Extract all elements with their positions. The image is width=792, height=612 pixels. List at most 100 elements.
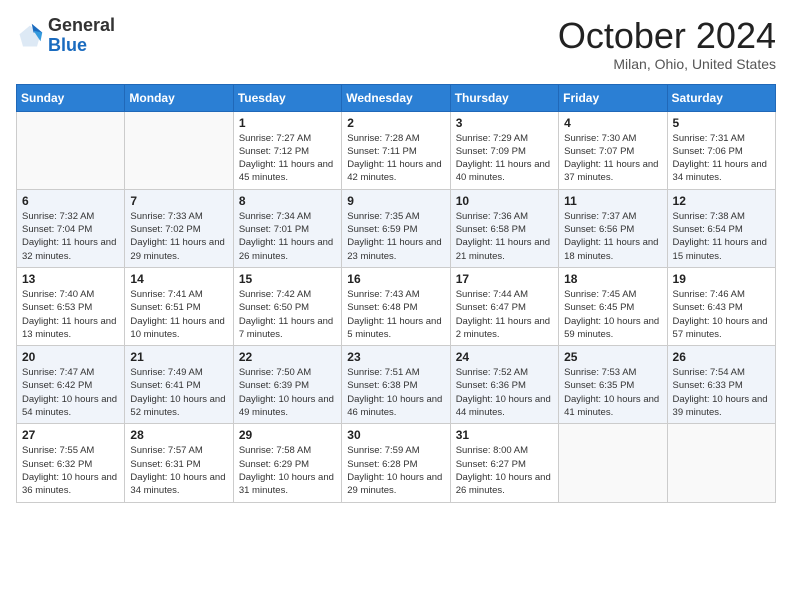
title-block: October 2024 Milan, Ohio, United States bbox=[558, 16, 776, 72]
day-detail: Sunrise: 7:59 AMSunset: 6:28 PMDaylight:… bbox=[347, 444, 444, 497]
day-detail: Sunrise: 7:49 AMSunset: 6:41 PMDaylight:… bbox=[130, 366, 227, 419]
day-number: 19 bbox=[673, 272, 770, 286]
day-detail: Sunrise: 8:00 AMSunset: 6:27 PMDaylight:… bbox=[456, 444, 553, 497]
logo: General Blue bbox=[16, 16, 115, 56]
calendar-cell: 15 Sunrise: 7:42 AMSunset: 6:50 PMDayligh… bbox=[233, 267, 341, 345]
day-number: 12 bbox=[673, 194, 770, 208]
calendar-cell: 18 Sunrise: 7:45 AMSunset: 6:45 PMDayligh… bbox=[559, 267, 667, 345]
day-number: 13 bbox=[22, 272, 119, 286]
calendar-cell: 3Sunrise: 7:29 AMSunset: 7:09 PMDaylight… bbox=[450, 111, 558, 189]
day-detail: Sunrise: 7:43 AMSunset: 6:48 PMDaylight:… bbox=[347, 288, 444, 341]
day-detail: Sunrise: 7:44 AMSunset: 6:47 PMDaylight:… bbox=[456, 288, 553, 341]
day-detail: Sunrise: 7:38 AMSunset: 6:54 PMDaylight:… bbox=[673, 210, 770, 263]
calendar-cell: 28 Sunrise: 7:57 AMSunset: 6:31 PMDayligh… bbox=[125, 424, 233, 502]
page-header: General Blue October 2024 Milan, Ohio, U… bbox=[16, 16, 776, 72]
day-detail: Sunrise: 7:42 AMSunset: 6:50 PMDaylight:… bbox=[239, 288, 336, 341]
day-number: 21 bbox=[130, 350, 227, 364]
day-detail: Sunrise: 7:52 AMSunset: 6:36 PMDaylight:… bbox=[456, 366, 553, 419]
day-detail: Sunrise: 7:32 AMSunset: 7:04 PMDaylight:… bbox=[22, 210, 119, 263]
calendar-cell bbox=[125, 111, 233, 189]
calendar-cell: 1Sunrise: 7:27 AMSunset: 7:12 PMDaylight… bbox=[233, 111, 341, 189]
day-detail: Sunrise: 7:57 AMSunset: 6:31 PMDaylight:… bbox=[130, 444, 227, 497]
calendar-cell: 29 Sunrise: 7:58 AMSunset: 6:29 PMDayligh… bbox=[233, 424, 341, 502]
calendar-cell: 13 Sunrise: 7:40 AMSunset: 6:53 PMDayligh… bbox=[17, 267, 125, 345]
day-detail: Sunrise: 7:40 AMSunset: 6:53 PMDaylight:… bbox=[22, 288, 119, 341]
day-number: 9 bbox=[347, 194, 444, 208]
calendar-cell: 23 Sunrise: 7:51 AMSunset: 6:38 PMDayligh… bbox=[342, 346, 450, 424]
calendar-cell: 4 Sunrise: 7:30 AMSunset: 7:07 PMDaylight… bbox=[559, 111, 667, 189]
day-number: 6 bbox=[22, 194, 119, 208]
calendar-cell: 2 Sunrise: 7:28 AMSunset: 7:11 PMDaylight… bbox=[342, 111, 450, 189]
day-detail: Sunrise: 7:29 AMSunset: 7:09 PMDaylight:… bbox=[456, 132, 553, 185]
day-number: 10 bbox=[456, 194, 553, 208]
day-detail: Sunrise: 7:27 AMSunset: 7:12 PMDaylight:… bbox=[239, 132, 336, 185]
calendar-week-row: 20Sunrise: 7:47 AMSunset: 6:42 PMDayligh… bbox=[17, 346, 776, 424]
calendar-cell: 30Sunrise: 7:59 AMSunset: 6:28 PMDayligh… bbox=[342, 424, 450, 502]
weekday-header: Friday bbox=[559, 84, 667, 111]
day-detail: Sunrise: 7:36 AMSunset: 6:58 PMDaylight:… bbox=[456, 210, 553, 263]
day-number: 31 bbox=[456, 428, 553, 442]
calendar-cell: 26 Sunrise: 7:54 AMSunset: 6:33 PMDayligh… bbox=[667, 346, 775, 424]
day-number: 15 bbox=[239, 272, 336, 286]
day-number: 8 bbox=[239, 194, 336, 208]
day-detail: Sunrise: 7:55 AMSunset: 6:32 PMDaylight:… bbox=[22, 444, 119, 497]
day-detail: Sunrise: 7:37 AMSunset: 6:56 PMDaylight:… bbox=[564, 210, 661, 263]
weekday-header: Wednesday bbox=[342, 84, 450, 111]
calendar-cell: 12 Sunrise: 7:38 AMSunset: 6:54 PMDayligh… bbox=[667, 189, 775, 267]
calendar-cell: 11 Sunrise: 7:37 AMSunset: 6:56 PMDayligh… bbox=[559, 189, 667, 267]
logo-general: General bbox=[48, 15, 115, 35]
weekday-header: Thursday bbox=[450, 84, 558, 111]
calendar-cell: 8 Sunrise: 7:34 AMSunset: 7:01 PMDaylight… bbox=[233, 189, 341, 267]
calendar-cell: 16 Sunrise: 7:43 AMSunset: 6:48 PMDayligh… bbox=[342, 267, 450, 345]
day-detail: Sunrise: 7:54 AMSunset: 6:33 PMDaylight:… bbox=[673, 366, 770, 419]
weekday-header: Monday bbox=[125, 84, 233, 111]
calendar-week-row: 1Sunrise: 7:27 AMSunset: 7:12 PMDaylight… bbox=[17, 111, 776, 189]
day-detail: Sunrise: 7:50 AMSunset: 6:39 PMDaylight:… bbox=[239, 366, 336, 419]
calendar-week-row: 27 Sunrise: 7:55 AMSunset: 6:32 PMDayligh… bbox=[17, 424, 776, 502]
calendar-table: SundayMondayTuesdayWednesdayThursdayFrid… bbox=[16, 84, 776, 503]
day-number: 2 bbox=[347, 116, 444, 130]
day-number: 26 bbox=[673, 350, 770, 364]
day-number: 25 bbox=[564, 350, 661, 364]
day-detail: Sunrise: 7:58 AMSunset: 6:29 PMDaylight:… bbox=[239, 444, 336, 497]
weekday-header: Tuesday bbox=[233, 84, 341, 111]
calendar-cell: 7 Sunrise: 7:33 AMSunset: 7:02 PMDaylight… bbox=[125, 189, 233, 267]
day-detail: Sunrise: 7:28 AMSunset: 7:11 PMDaylight:… bbox=[347, 132, 444, 185]
calendar-cell: 17Sunrise: 7:44 AMSunset: 6:47 PMDayligh… bbox=[450, 267, 558, 345]
day-number: 29 bbox=[239, 428, 336, 442]
day-detail: Sunrise: 7:47 AMSunset: 6:42 PMDaylight:… bbox=[22, 366, 119, 419]
day-number: 28 bbox=[130, 428, 227, 442]
calendar-cell: 5 Sunrise: 7:31 AMSunset: 7:06 PMDaylight… bbox=[667, 111, 775, 189]
day-number: 16 bbox=[347, 272, 444, 286]
day-detail: Sunrise: 7:34 AMSunset: 7:01 PMDaylight:… bbox=[239, 210, 336, 263]
day-detail: Sunrise: 7:53 AMSunset: 6:35 PMDaylight:… bbox=[564, 366, 661, 419]
day-number: 7 bbox=[130, 194, 227, 208]
day-detail: Sunrise: 7:33 AMSunset: 7:02 PMDaylight:… bbox=[130, 210, 227, 263]
day-detail: Sunrise: 7:51 AMSunset: 6:38 PMDaylight:… bbox=[347, 366, 444, 419]
day-number: 24 bbox=[456, 350, 553, 364]
day-number: 18 bbox=[564, 272, 661, 286]
logo-blue: Blue bbox=[48, 35, 87, 55]
calendar-cell: 20Sunrise: 7:47 AMSunset: 6:42 PMDayligh… bbox=[17, 346, 125, 424]
calendar-cell bbox=[559, 424, 667, 502]
day-detail: Sunrise: 7:45 AMSunset: 6:45 PMDaylight:… bbox=[564, 288, 661, 341]
calendar-cell: 22Sunrise: 7:50 AMSunset: 6:39 PMDayligh… bbox=[233, 346, 341, 424]
calendar-cell: 24 Sunrise: 7:52 AMSunset: 6:36 PMDayligh… bbox=[450, 346, 558, 424]
day-detail: Sunrise: 7:31 AMSunset: 7:06 PMDaylight:… bbox=[673, 132, 770, 185]
calendar-cell: 31 Sunrise: 8:00 AMSunset: 6:27 PMDayligh… bbox=[450, 424, 558, 502]
subtitle: Milan, Ohio, United States bbox=[558, 56, 776, 72]
day-detail: Sunrise: 7:30 AMSunset: 7:07 PMDaylight:… bbox=[564, 132, 661, 185]
day-number: 27 bbox=[22, 428, 119, 442]
day-number: 11 bbox=[564, 194, 661, 208]
day-number: 23 bbox=[347, 350, 444, 364]
calendar-cell: 6 Sunrise: 7:32 AMSunset: 7:04 PMDaylight… bbox=[17, 189, 125, 267]
calendar-cell: 14Sunrise: 7:41 AMSunset: 6:51 PMDayligh… bbox=[125, 267, 233, 345]
day-number: 4 bbox=[564, 116, 661, 130]
weekday-header: Saturday bbox=[667, 84, 775, 111]
calendar-cell: 25 Sunrise: 7:53 AMSunset: 6:35 PMDayligh… bbox=[559, 346, 667, 424]
calendar-cell: 27 Sunrise: 7:55 AMSunset: 6:32 PMDayligh… bbox=[17, 424, 125, 502]
weekday-header: Sunday bbox=[17, 84, 125, 111]
logo-text: General Blue bbox=[48, 16, 115, 56]
day-number: 5 bbox=[673, 116, 770, 130]
day-detail: Sunrise: 7:41 AMSunset: 6:51 PMDaylight:… bbox=[130, 288, 227, 341]
